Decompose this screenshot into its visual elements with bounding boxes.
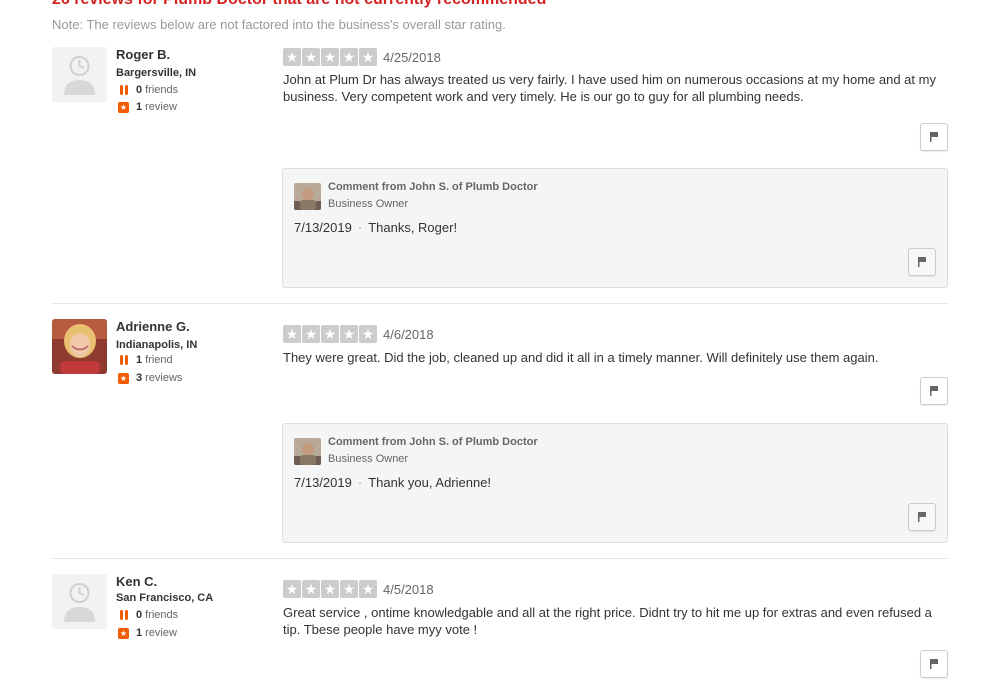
- comment-content: 7/13/2019 · Thanks, Roger!: [294, 220, 458, 235]
- page-title: 26 reviews for Plumb Doctor that are not…: [52, 0, 546, 9]
- user-location: San Francisco, CA: [116, 592, 214, 604]
- flag-icon: [918, 257, 926, 267]
- star-icon: ★: [283, 580, 301, 598]
- user-name[interactable]: Roger B.: [116, 47, 170, 62]
- reviews-count: ★ 1 review: [118, 101, 177, 113]
- star-icon: ★: [321, 580, 339, 598]
- review-star-icon: ★: [118, 372, 129, 384]
- flag-icon: [930, 659, 938, 669]
- business-owner-comment: Comment from John S. of Plumb Doctor Bus…: [282, 423, 948, 543]
- user-photo[interactable]: [52, 319, 107, 374]
- comment-date: 7/13/2019: [294, 475, 352, 490]
- flag-icon: [930, 386, 938, 396]
- user-name[interactable]: Ken C.: [116, 574, 157, 589]
- star-icon: ★: [321, 325, 339, 343]
- star-icon: ★: [302, 580, 320, 598]
- comment-text: Thank you, Adrienne!: [368, 475, 492, 490]
- review-star-icon: ★: [118, 627, 129, 639]
- user-location: Bargersville, IN: [116, 67, 197, 79]
- star-icon: ★: [321, 48, 339, 66]
- star-icon: ★: [359, 325, 377, 343]
- star-icon: ★: [340, 48, 358, 66]
- owner-role: Business Owner: [328, 198, 409, 210]
- comment-date: 7/13/2019: [294, 220, 352, 235]
- owner-photo[interactable]: [294, 183, 321, 210]
- star-rating: ★ ★ ★ ★ ★: [283, 48, 378, 66]
- star-rating: ★ ★ ★ ★ ★: [283, 580, 378, 598]
- user-avatar-default-icon[interactable]: [52, 47, 107, 102]
- owner-photo[interactable]: [294, 438, 321, 465]
- friends-icon: [118, 354, 130, 366]
- flag-review-button[interactable]: [920, 377, 948, 405]
- owner-role: Business Owner: [328, 453, 409, 465]
- comment-author: Comment from John S. of Plumb Doctor: [328, 181, 538, 193]
- star-icon: ★: [283, 48, 301, 66]
- friends-icon: [118, 609, 130, 621]
- review-text: John at Plum Dr has always treated us ve…: [283, 72, 936, 104]
- reviews-count: ★ 1 review: [118, 627, 177, 639]
- review-text: Great service , ontime knowledgable and …: [283, 605, 932, 637]
- flag-comment-button[interactable]: [908, 503, 936, 531]
- review-date: 4/5/2018: [383, 582, 434, 597]
- star-rating: ★ ★ ★ ★ ★: [283, 325, 378, 343]
- star-icon: ★: [340, 580, 358, 598]
- user-avatar-default-icon[interactable]: [52, 574, 107, 629]
- flag-review-button[interactable]: [920, 123, 948, 151]
- review-text: They were great. Did the job, cleaned up…: [283, 350, 879, 365]
- friends-icon: [118, 84, 130, 96]
- flag-review-button[interactable]: [920, 650, 948, 678]
- friends-count: 0 friends: [118, 609, 178, 621]
- star-icon: ★: [302, 48, 320, 66]
- flag-comment-button[interactable]: [908, 248, 936, 276]
- star-icon: ★: [302, 325, 320, 343]
- business-owner-comment: Comment from John S. of Plumb Doctor Bus…: [282, 168, 948, 288]
- review-date: 4/6/2018: [383, 327, 434, 342]
- divider: [52, 303, 948, 304]
- friends-count: 1 friend: [118, 354, 173, 366]
- star-icon: ★: [283, 325, 301, 343]
- user-location: Indianapolis, IN: [116, 339, 198, 351]
- comment-text: Thanks, Roger!: [368, 220, 458, 235]
- user-name[interactable]: Adrienne G.: [116, 319, 190, 334]
- comment-author: Comment from John S. of Plumb Doctor: [328, 436, 538, 448]
- divider: [52, 558, 948, 559]
- flag-icon: [930, 132, 938, 142]
- star-icon: ★: [340, 325, 358, 343]
- reviews-count: ★ 3 reviews: [118, 372, 183, 384]
- friends-count: 0 friends: [118, 84, 178, 96]
- page-note: Note: The reviews below are not factored…: [52, 17, 506, 32]
- star-icon: ★: [359, 580, 377, 598]
- review-date: 4/25/2018: [383, 50, 441, 65]
- comment-content: 7/13/2019 · Thank you, Adrienne!: [294, 475, 492, 490]
- review-star-icon: ★: [118, 101, 129, 113]
- flag-icon: [918, 512, 926, 522]
- star-icon: ★: [359, 48, 377, 66]
